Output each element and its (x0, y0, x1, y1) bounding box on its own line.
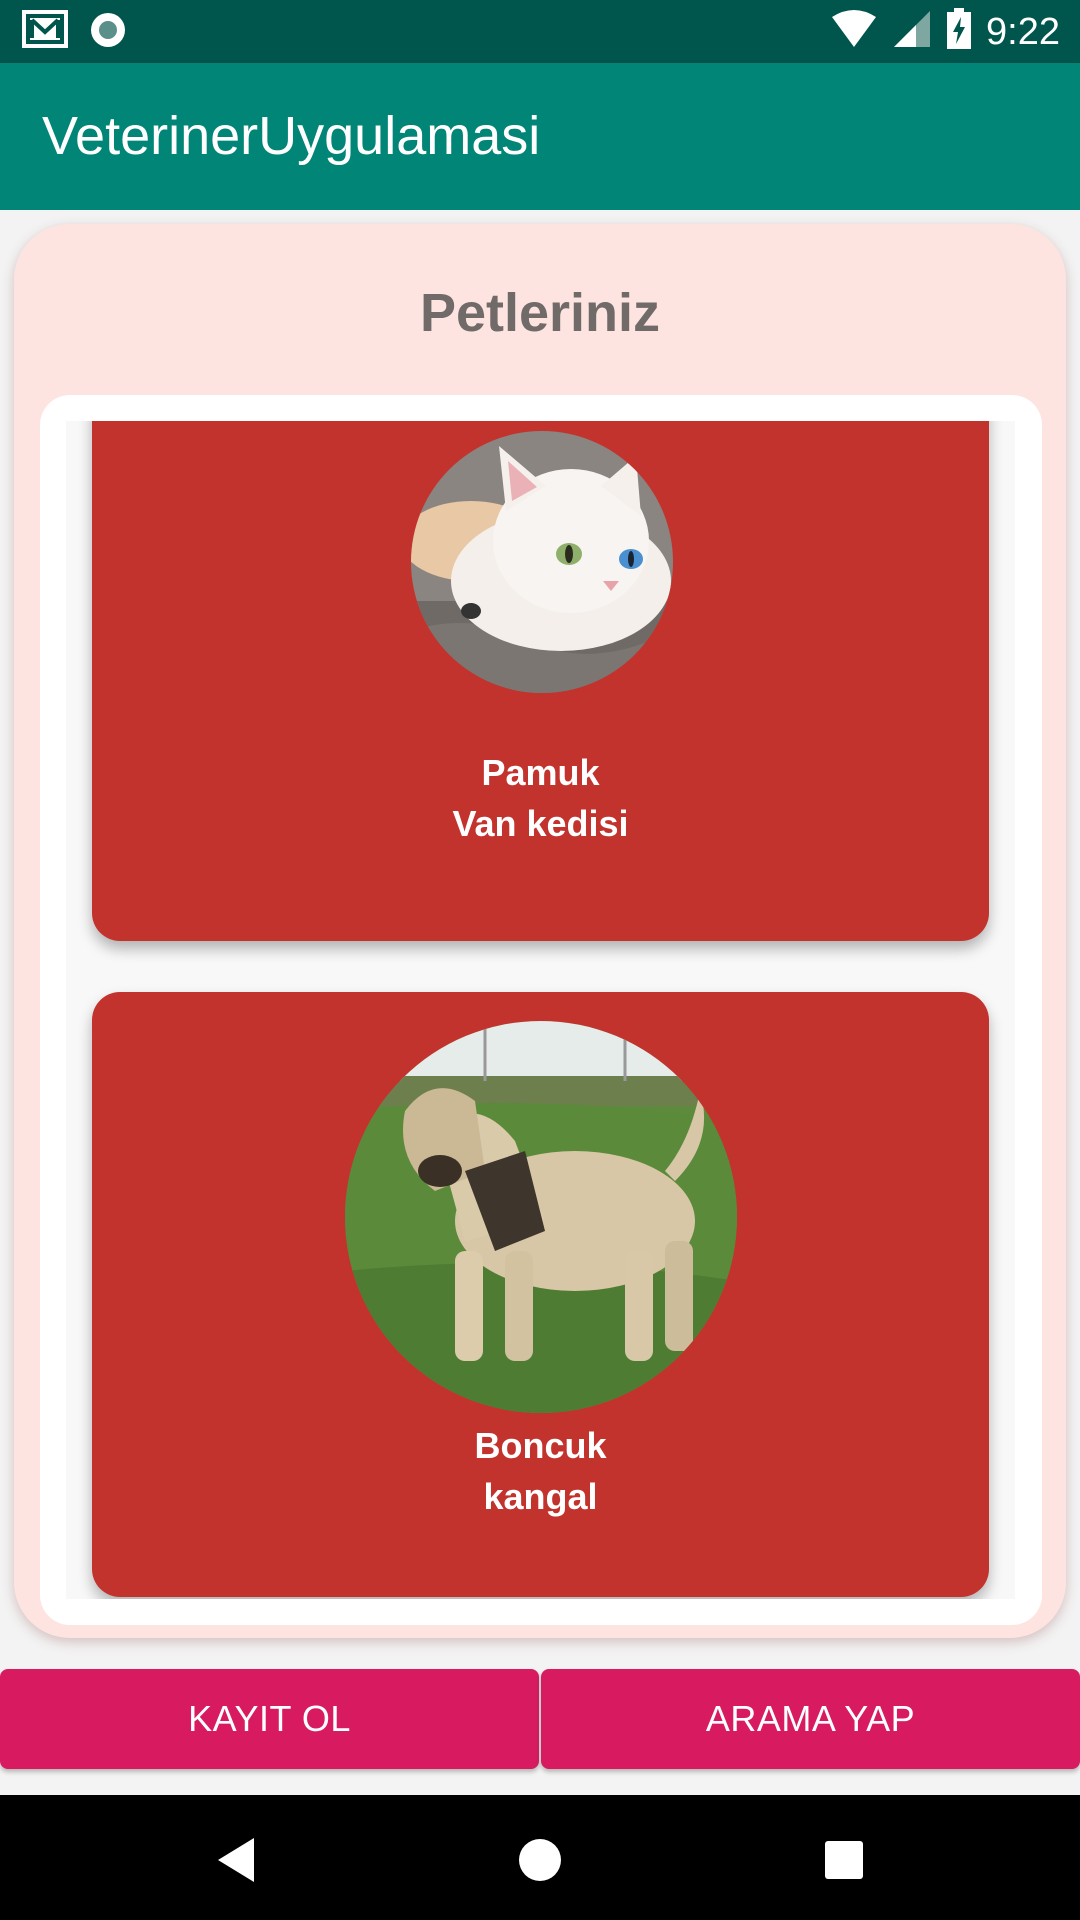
status-bar: 9:22 (0, 0, 1080, 63)
wifi-icon (830, 9, 878, 54)
pet-card[interactable]: Boncuk kangal (92, 992, 989, 1597)
home-icon[interactable] (510, 1830, 570, 1890)
pet-name: Boncuk (474, 1425, 607, 1466)
content-area: Petleriniz Pamuk Van kedisi Boncuk kanga… (0, 210, 1080, 1795)
pet-breed: kangal (483, 1476, 598, 1517)
status-time: 9:22 (986, 10, 1060, 53)
pet-breed: Van kedisi (452, 803, 629, 844)
section-title: Petleriniz (419, 283, 661, 343)
white-cat-photo (411, 431, 673, 693)
app-title: VeterinerUygulamasi (42, 106, 541, 166)
back-icon[interactable] (206, 1830, 266, 1890)
navigation-bar (0, 1795, 1080, 1920)
pets-list[interactable]: Pamuk Van kedisi Boncuk kangal (66, 421, 1015, 1599)
signal-icon (892, 9, 932, 54)
app-bar: VeterinerUygulamasi (0, 63, 1080, 210)
pets-list-frame: Pamuk Van kedisi Boncuk kangal (40, 395, 1042, 1625)
kangal-dog-photo (345, 1021, 737, 1413)
gmail-icon (22, 10, 68, 55)
register-button[interactable]: KAYIT OL (0, 1669, 539, 1769)
battery-charging-icon (946, 8, 972, 55)
pets-card: Petleriniz Pamuk Van kedisi Boncuk kanga… (14, 224, 1066, 1638)
notification-dot-icon (88, 10, 128, 55)
pet-card[interactable]: Pamuk Van kedisi (92, 421, 989, 941)
pet-name: Pamuk (481, 752, 600, 793)
recents-icon[interactable] (814, 1830, 874, 1890)
pet-info: Boncuk kangal (92, 1420, 989, 1522)
pet-info: Pamuk Van kedisi (92, 747, 989, 849)
search-button[interactable]: ARAMA YAP (541, 1669, 1080, 1769)
